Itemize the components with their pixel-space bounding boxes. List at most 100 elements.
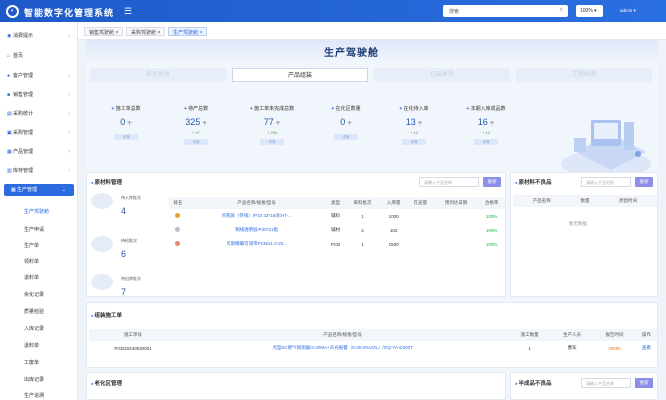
subitem-cockpit[interactable]: 生产驾驶舱 — [24, 208, 49, 215]
rank-medal-icon — [175, 213, 181, 218]
kpi-value: 0个 — [316, 117, 376, 127]
kpi-detail-button[interactable]: 详情 — [260, 139, 284, 145]
col-person: 生产人员 — [550, 329, 594, 341]
tab-sales-cockpit[interactable]: 销售驾驶舱 × — [84, 27, 124, 36]
kpi-value: 77 个 — [242, 117, 302, 127]
global-search-input[interactable]: 搜索 ⌕ — [443, 5, 568, 17]
rate-cell: 100% — [485, 227, 498, 233]
step-assembly[interactable]: 产品组装 — [232, 68, 368, 82]
product-name[interactable]: 铜线透明层/P20*21板 — [187, 223, 327, 237]
kpi-delta: + 13 — [410, 130, 418, 135]
type-cell: PCB — [330, 241, 341, 247]
subitem-instock[interactable]: 入库记录 — [24, 325, 44, 332]
col-rank: 排名 — [169, 197, 187, 209]
semi-search-button[interactable]: 搜索 — [635, 378, 653, 388]
material-panel-title: 原材料管理 — [91, 178, 123, 186]
material-search-button[interactable]: 搜索 — [483, 177, 501, 187]
sidebar-item-home[interactable]: ⌂ 首页 — [0, 50, 78, 62]
table-row[interactable]: 点阵屏（带线）/P10 32*16/彩HT-... 辅料 1 1000 100% — [169, 209, 505, 223]
product-name[interactable]: 点型EC燃气探测器/4-20MA+声光报警（0-30.0%VOL）/GQ-YA-… — [177, 341, 509, 355]
material-search-input[interactable]: 请输入产品名称 — [419, 177, 479, 187]
kpi-detail-button[interactable]: 详情 — [184, 139, 208, 145]
sidebar-label: 销售管理 — [13, 92, 34, 98]
subitem-order[interactable]: 生产单 — [24, 242, 39, 249]
sidebar-item-purchase-stats[interactable]: ▤采购统计 › — [0, 108, 78, 120]
kpi-number: 0 — [120, 117, 126, 127]
step-overview[interactable]: 首页总览 — [90, 68, 226, 82]
sidebar-label: 生产管理 — [17, 187, 38, 193]
kpi-number: 13 — [405, 117, 416, 127]
kpi-label: + 待产总数 — [183, 106, 209, 112]
defect-panel-title: 原材料不良品 — [515, 178, 552, 186]
subitem-qc[interactable]: 质量检验 — [24, 308, 44, 315]
defect-search-input[interactable]: 请输入产品名称 — [581, 177, 631, 187]
app-logo-icon: ◐ — [6, 5, 19, 18]
sidebar-item-purchase[interactable]: ▣采购管理 › — [0, 127, 78, 139]
kpi-detail-button[interactable]: 详情 — [474, 139, 498, 145]
kpi-detail-button[interactable]: 详情 — [402, 139, 426, 145]
table-header: 施工单号 产品名称/规格/型号 施工数量 生产人员 报告时间 操作 — [89, 329, 657, 341]
batch-cell: 1 — [361, 241, 364, 247]
subitem-apply[interactable]: 生产申请 — [24, 226, 44, 233]
sidebar-item-sales[interactable]: ■ 销售管理 › — [0, 89, 78, 101]
tab-purchase-cockpit[interactable]: 采购驾驶舱 × — [126, 27, 166, 36]
step-inspection[interactable]: 工程检测 — [516, 68, 652, 82]
step-packing[interactable]: 包装发货 — [374, 68, 510, 82]
time-cell: 2869h — [608, 345, 621, 351]
col-type: 类型 — [326, 197, 345, 209]
defect-table: 产品名称 数量 原因时间 — [513, 195, 657, 207]
kpi-unit: 个 — [127, 121, 132, 126]
sidebar-item-production[interactable]: ▩生产管理 ⌄ — [4, 184, 74, 196]
assembly-table: 施工单号 产品名称/规格/型号 施工数量 生产人员 报告时间 操作 PGD202… — [89, 329, 657, 355]
subitem-aging[interactable]: 余化记录 — [24, 291, 44, 298]
view-link[interactable]: 查看 — [636, 341, 657, 355]
kpi-detail-button[interactable]: 详情 — [114, 134, 138, 140]
product-name[interactable]: 贝斯精确可调带PCB/v1.0-20... — [187, 237, 327, 251]
kpi-label: + 施工单未完成总数 — [249, 106, 295, 112]
search-icon[interactable]: ⌕ — [560, 7, 563, 14]
sidebar-label: 采购统计 — [13, 111, 34, 117]
date-cell — [434, 209, 479, 223]
step-bar: 首页总览 产品组装 包装发货 工程检测 — [86, 68, 658, 82]
sidebar-item-notice[interactable]: ◉ 消费提示 › — [0, 30, 78, 42]
subitem-return2[interactable]: 退料单 — [24, 342, 39, 349]
product-name[interactable]: 点阵屏（带线）/P10 32*16/彩HT-... — [187, 209, 327, 223]
defect-search-button[interactable]: 搜索 — [635, 177, 653, 187]
sidebar-label: 库存管理 — [13, 168, 34, 174]
zoom-select[interactable]: 100% ▾ — [576, 5, 603, 17]
chevron-down-icon: ⌄ — [61, 187, 66, 193]
rank-cell — [169, 209, 187, 223]
subitem-outstock[interactable]: 出库记录 — [24, 376, 44, 383]
menu-toggle-icon[interactable]: ☰ — [124, 6, 132, 17]
table-row[interactable]: 铜线透明层/P20*21板 辅材 2 102 100% — [169, 223, 505, 237]
semi-search-input[interactable]: 请输入产品名称 — [581, 378, 631, 388]
batch-cell: 2 — [361, 227, 364, 233]
kpi-card: + 本期入库成品数 16 个 + 13 详情 — [456, 105, 516, 145]
main-content: 生产驾驶舱 首页总览 产品组装 包装发货 工程检测 + 施工单总数 0 个详情 + … — [86, 40, 658, 400]
sidebar-item-inventory[interactable]: ▥库存管理 › — [0, 165, 78, 177]
kpi-card: + 施工单总数 0 个详情 — [96, 105, 156, 140]
defect-panel: 原材料不良品 请输入产品名称 搜索 产品名称 数量 原因时间 暂无数据 — [510, 172, 658, 297]
subitem-scrap[interactable]: 工废单 — [24, 359, 39, 366]
tab-production-cockpit[interactable]: 生产驾驶舱 × — [168, 27, 208, 36]
user-menu[interactable]: admin ▾ — [620, 8, 636, 14]
col-date: 预到达日期 — [433, 197, 479, 209]
table-row[interactable]: PGD20240530001 点型EC燃气探测器/4-20MA+声光报警（0-3… — [89, 341, 657, 355]
sidebar-item-customer[interactable]: ● 客户管理 › — [0, 70, 78, 82]
kpi-label-text: 施工单总数 — [115, 106, 141, 112]
material-panel: 原材料管理 请输入产品名称 搜索 待入库批次 4 待检批次 6 待出库批次 7 排名 … — [86, 172, 506, 297]
kpi-detail-button[interactable]: 详情 — [334, 134, 358, 140]
aging-panel: 老化区管理 — [86, 372, 506, 400]
table-header: 产品名称 数量 原因时间 — [513, 195, 657, 207]
subitem-pick[interactable]: 领料单 — [24, 258, 39, 265]
date-cell — [434, 223, 479, 237]
sidebar-label: 客户管理 — [13, 73, 34, 79]
tab-bar: 销售驾驶舱 × 采购驾驶舱 × 生产驾驶舱 × — [78, 22, 666, 40]
sidebar-item-product[interactable]: ▦产品管理 › — [0, 146, 78, 158]
subitem-trace[interactable]: 生产追溯 — [24, 392, 44, 399]
stat-label: 待入库批次 — [121, 195, 141, 200]
subitem-return[interactable]: 退料单 — [24, 274, 39, 281]
kpi-card: + 在化区数量 0 个详情 — [316, 105, 376, 140]
rank-cell — [169, 237, 187, 251]
table-row[interactable]: 贝斯精确可调带PCB/v1.0-20... PCB 1 1500 100% — [169, 237, 505, 251]
